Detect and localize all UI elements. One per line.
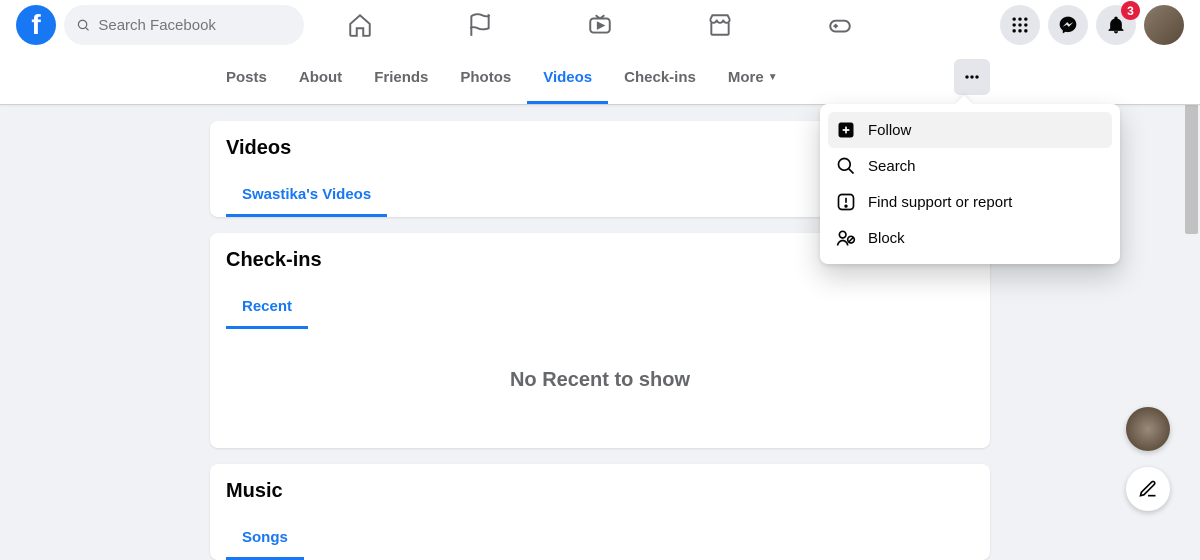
- gaming-tab[interactable]: [820, 5, 860, 45]
- music-title: Music: [226, 480, 974, 503]
- block-icon: [836, 228, 856, 248]
- gaming-icon: [827, 12, 853, 38]
- tab-more-label: More: [728, 69, 764, 86]
- dropdown-block[interactable]: Block: [828, 220, 1112, 256]
- chat-avatar-button[interactable]: [1126, 407, 1170, 451]
- messenger-button[interactable]: [1048, 5, 1088, 45]
- profile-actions-dropdown: Follow Search Find support or report Blo…: [820, 104, 1120, 264]
- dropdown-block-label: Block: [868, 230, 905, 247]
- menu-button[interactable]: [1000, 5, 1040, 45]
- checkins-empty-message: No Recent to show: [226, 329, 974, 448]
- dropdown-follow[interactable]: Follow: [828, 112, 1112, 148]
- music-section: Music Songs: [210, 464, 990, 560]
- notification-badge: 3: [1121, 1, 1140, 20]
- profile-tab-bar: Posts About Friends Photos Videos Check-…: [0, 50, 1200, 105]
- search-icon: [76, 17, 90, 33]
- flag-icon: [467, 12, 493, 38]
- tab-photos[interactable]: Photos: [444, 50, 527, 104]
- marketplace-tab[interactable]: [700, 5, 740, 45]
- tab-checkins[interactable]: Check-ins: [608, 50, 712, 104]
- grid-icon: [1010, 15, 1030, 35]
- facebook-logo[interactable]: f: [16, 5, 56, 45]
- videos-subtab[interactable]: Swastika's Videos: [226, 176, 387, 217]
- dropdown-search-label: Search: [868, 158, 916, 175]
- ellipsis-icon: [962, 67, 982, 87]
- music-subtab[interactable]: Songs: [226, 519, 304, 560]
- tab-posts[interactable]: Posts: [210, 50, 283, 104]
- marketplace-icon: [707, 12, 733, 38]
- dropdown-report[interactable]: Find support or report: [828, 184, 1112, 220]
- tab-about[interactable]: About: [283, 50, 358, 104]
- home-icon: [347, 12, 373, 38]
- tab-more[interactable]: More ▼: [712, 50, 794, 104]
- search-icon: [836, 156, 856, 176]
- chevron-down-icon: ▼: [768, 72, 778, 83]
- right-controls: 3: [1000, 5, 1184, 45]
- messenger-icon: [1058, 15, 1078, 35]
- dropdown-search[interactable]: Search: [828, 148, 1112, 184]
- notifications-button[interactable]: 3: [1096, 5, 1136, 45]
- pages-tab[interactable]: [460, 5, 500, 45]
- follow-icon: [836, 120, 856, 140]
- tab-videos[interactable]: Videos: [527, 50, 608, 104]
- tab-friends[interactable]: Friends: [358, 50, 444, 104]
- top-navbar: f 3: [0, 0, 1200, 50]
- checkins-subtab[interactable]: Recent: [226, 288, 308, 329]
- floating-actions: [1126, 407, 1170, 511]
- watch-icon: [587, 12, 613, 38]
- new-message-button[interactable]: [1126, 467, 1170, 511]
- watch-tab[interactable]: [580, 5, 620, 45]
- search-input[interactable]: [98, 17, 292, 34]
- scrollbar-thumb[interactable]: [1185, 104, 1198, 234]
- home-tab[interactable]: [340, 5, 380, 45]
- dropdown-report-label: Find support or report: [868, 194, 1012, 211]
- search-container[interactable]: [64, 5, 304, 45]
- checkins-section: Check-ins Recent No Recent to show: [210, 233, 990, 448]
- dropdown-follow-label: Follow: [868, 122, 911, 139]
- compose-icon: [1138, 479, 1158, 499]
- bell-icon: [1106, 15, 1126, 35]
- account-avatar[interactable]: [1144, 5, 1184, 45]
- profile-more-actions-button[interactable]: [954, 59, 990, 95]
- report-icon: [836, 192, 856, 212]
